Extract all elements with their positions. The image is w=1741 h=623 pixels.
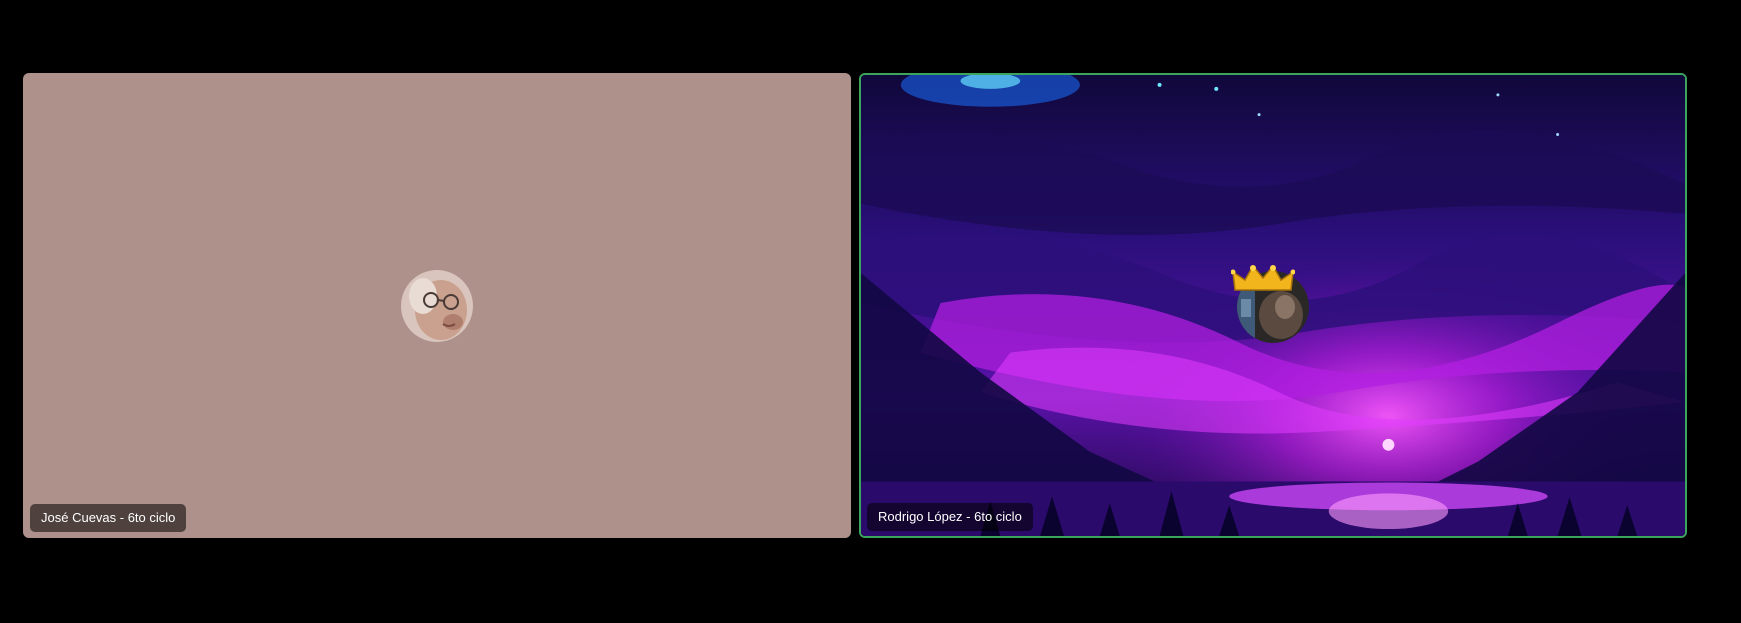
participant-avatar-jose xyxy=(401,270,473,342)
participant-tile-rodrigo[interactable]: Rodrigo López - 6to ciclo xyxy=(859,73,1687,538)
participant-tile-jose[interactable]: José Cuevas - 6to ciclo xyxy=(23,73,851,538)
participant-name-label: José Cuevas - 6to ciclo xyxy=(30,504,187,532)
participant-name-label: Rodrigo López - 6to ciclo xyxy=(867,503,1033,531)
avatar-photo-icon xyxy=(401,270,473,342)
video-call-grid: José Cuevas - 6to ciclo Rodrigo López - … xyxy=(0,0,1741,623)
crown-icon xyxy=(1231,264,1295,292)
